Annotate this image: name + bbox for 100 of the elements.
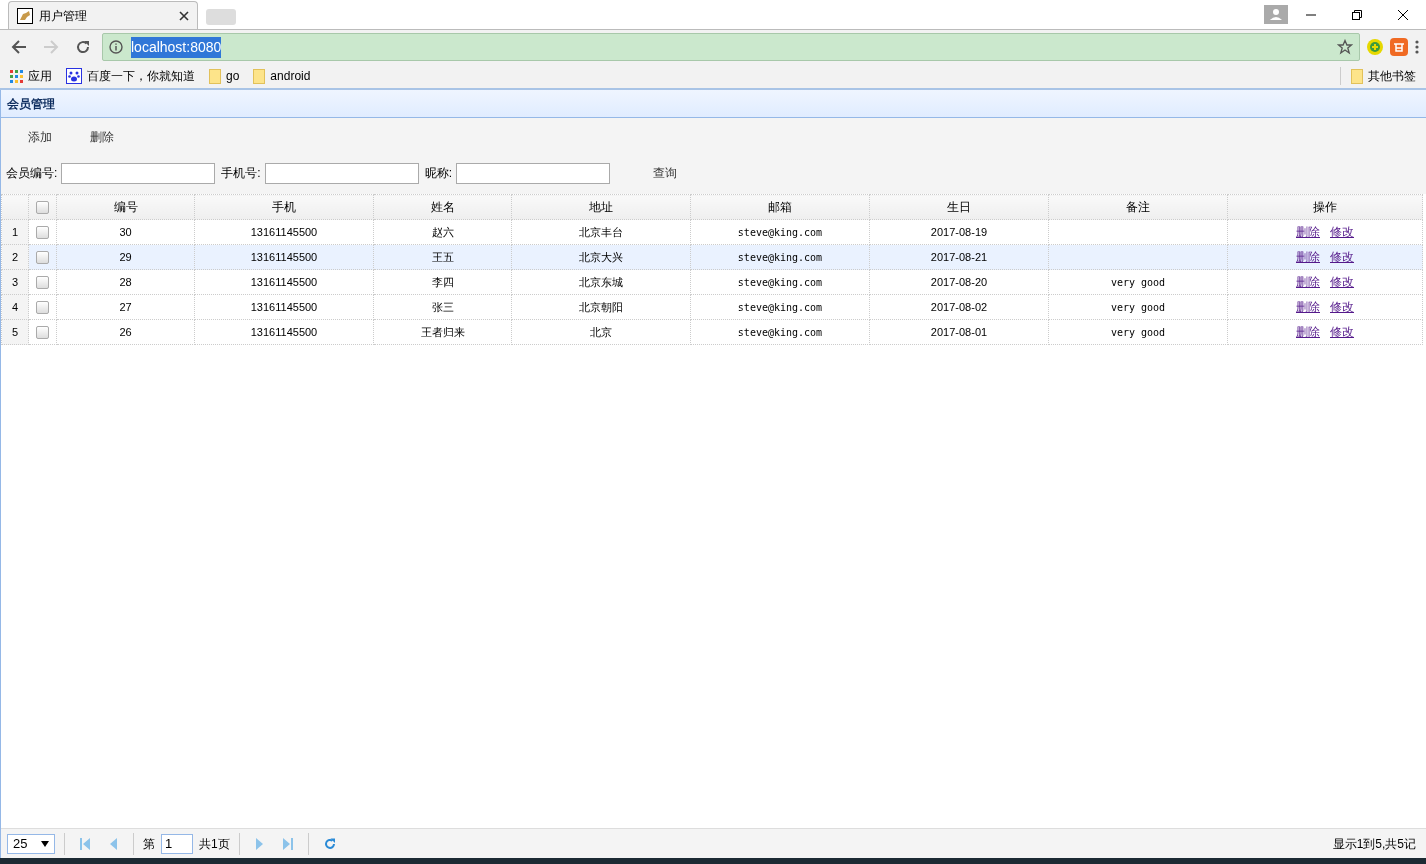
column-header[interactable]: 手机 <box>194 194 374 220</box>
page-label: 第 <box>143 835 155 853</box>
url-text: localhost:8080 <box>131 36 222 58</box>
row-number: 2 <box>11 250 19 263</box>
table-cell: 30 <box>119 225 132 238</box>
field-label: 手机号: <box>221 165 261 182</box>
table-cell: 13161145500 <box>250 300 318 313</box>
table-cell: 2017-08-01 <box>930 325 988 338</box>
menu-icon[interactable] <box>1414 39 1420 55</box>
address-bar[interactable]: localhost:8080 <box>102 33 1360 61</box>
back-icon[interactable] <box>11 39 27 55</box>
table-cell: 北京朝阳 <box>579 300 623 313</box>
close-icon[interactable] <box>1397 8 1409 21</box>
first-page-icon[interactable] <box>80 837 90 850</box>
folder-icon <box>253 68 266 84</box>
action-link[interactable]: 删除 <box>1296 225 1320 239</box>
last-page-icon[interactable] <box>282 837 293 850</box>
checkbox[interactable] <box>36 251 49 265</box>
table-cell: 北京东城 <box>579 275 623 288</box>
column-header[interactable]: 编号 <box>56 194 195 220</box>
page-summary: 显示1到5,共5记 <box>1332 835 1416 853</box>
table-cell: 29 <box>119 250 132 263</box>
action-link[interactable]: 修改 <box>1330 325 1354 339</box>
bookmark[interactable]: 应用 <box>10 67 52 85</box>
table-cell: 张三 <box>431 300 454 313</box>
table-cell: steve@king.com <box>737 276 823 288</box>
search-button[interactable]: 查询 <box>634 158 697 188</box>
row-number: 5 <box>11 325 19 338</box>
action-link[interactable]: 修改 <box>1330 300 1354 314</box>
action-link[interactable]: 修改 <box>1330 250 1354 264</box>
column-header[interactable]: 邮箱 <box>690 194 870 220</box>
input-field[interactable] <box>61 162 216 184</box>
input-field[interactable] <box>264 162 419 184</box>
table-cell: 北京 <box>590 325 612 338</box>
star-icon[interactable] <box>1337 39 1353 55</box>
column-header[interactable]: 操作 <box>1227 194 1423 220</box>
table-cell: 王者归来 <box>420 325 465 338</box>
checkbox[interactable] <box>36 301 49 315</box>
action-link[interactable]: 删除 <box>1296 300 1320 314</box>
bookmark[interactable]: go <box>209 67 240 85</box>
table-cell: 26 <box>119 325 132 338</box>
extension-icon[interactable] <box>1366 38 1384 56</box>
browser-tab[interactable]: 用户管理 <box>8 1 198 29</box>
field-label: 昵称: <box>424 165 453 182</box>
forward-icon[interactable] <box>43 39 59 55</box>
bookmark[interactable]: 其他书签 <box>1340 67 1416 85</box>
table-cell: steve@king.com <box>737 326 823 338</box>
table-cell: 2017-08-20 <box>930 275 988 288</box>
field-label: 会员编号: <box>6 165 58 182</box>
table-cell: 13161145500 <box>250 275 318 288</box>
checkbox[interactable] <box>36 276 49 290</box>
checkbox[interactable] <box>36 326 49 340</box>
column-header[interactable]: 地址 <box>511 194 691 220</box>
table-cell: 2017-08-21 <box>930 250 988 263</box>
close-icon[interactable] <box>179 10 189 21</box>
table-cell: steve@king.com <box>737 301 823 313</box>
action-link[interactable]: 删除 <box>1296 325 1320 339</box>
checkbox[interactable] <box>36 226 49 240</box>
table-cell: 王五 <box>431 250 454 263</box>
page-total: 共1页 <box>199 835 230 853</box>
table-cell: 2017-08-19 <box>930 225 988 238</box>
table-cell: very good <box>1110 301 1166 313</box>
toolbar-button[interactable]: 添加 <box>9 122 71 152</box>
table-cell: 27 <box>119 300 132 313</box>
table-cell: 北京大兴 <box>579 250 623 263</box>
action-link[interactable]: 修改 <box>1330 275 1354 289</box>
table-cell: 北京丰台 <box>579 225 623 238</box>
table-cell: 28 <box>119 275 132 288</box>
apps-icon <box>10 69 23 83</box>
bookmark[interactable]: android <box>253 67 311 85</box>
toolbar-button[interactable]: 删除 <box>71 122 133 152</box>
info-icon[interactable] <box>109 40 123 54</box>
table-cell: very good <box>1110 326 1166 338</box>
checkbox[interactable] <box>36 201 49 215</box>
table-cell: 赵六 <box>431 225 454 238</box>
table-cell: steve@king.com <box>737 251 823 263</box>
restore-icon[interactable] <box>1351 8 1363 21</box>
extension-icon[interactable] <box>1390 38 1408 56</box>
bookmark[interactable]: 百度一下，你就知道 <box>66 67 195 85</box>
column-header[interactable]: 姓名 <box>373 194 512 220</box>
action-link[interactable]: 修改 <box>1330 225 1354 239</box>
column-header[interactable]: 备注 <box>1048 194 1228 220</box>
column-header[interactable]: 生日 <box>869 194 1049 220</box>
reload-icon[interactable] <box>75 39 91 55</box>
row-number: 4 <box>11 300 19 313</box>
action-link[interactable]: 删除 <box>1296 250 1320 264</box>
table-cell: steve@king.com <box>737 226 823 238</box>
refresh-icon[interactable] <box>323 837 336 850</box>
table-cell: 13161145500 <box>250 225 318 238</box>
page-input[interactable]: 1 <box>161 833 193 854</box>
tab-title: 用户管理 <box>39 7 88 25</box>
caret-icon <box>41 840 49 847</box>
next-page-icon[interactable] <box>254 837 265 850</box>
row-number: 1 <box>11 225 19 238</box>
previous-page-icon[interactable] <box>108 837 118 850</box>
table-cell: 李四 <box>431 275 454 288</box>
page-size-select[interactable]: 25 <box>7 833 55 854</box>
user-icon[interactable] <box>1264 4 1288 24</box>
input-field[interactable] <box>456 162 611 184</box>
action-link[interactable]: 删除 <box>1296 275 1320 289</box>
